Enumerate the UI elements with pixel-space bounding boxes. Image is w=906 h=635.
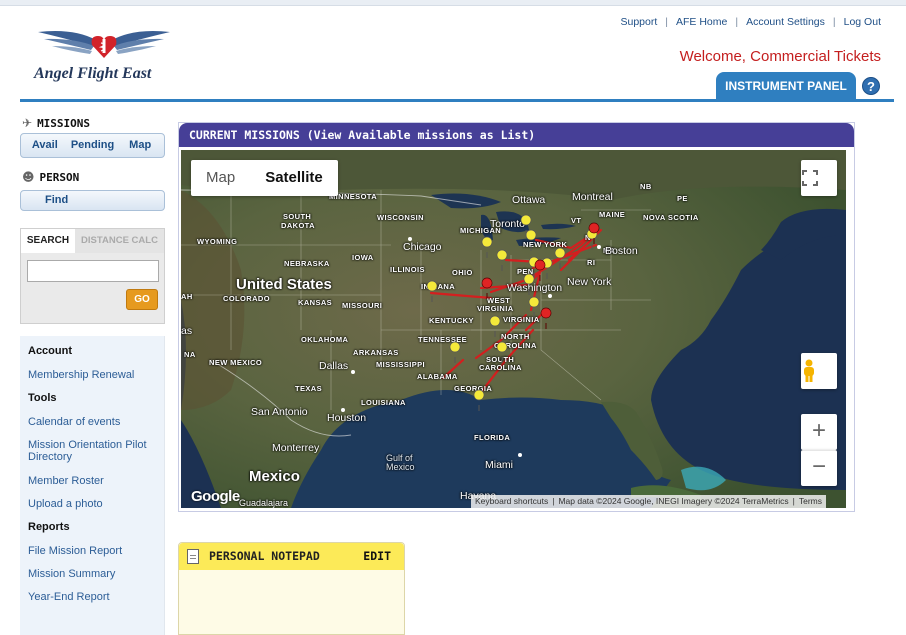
logo-text: Angel Flight East: [34, 65, 152, 82]
angel-flight-logo[interactable]: Angel Flight East: [34, 26, 174, 90]
notepad-icon: [187, 549, 199, 564]
person-icon: ☻: [22, 170, 35, 184]
header-divider: [20, 99, 894, 102]
page-header: Angel Flight East Support | AFE Home | A…: [0, 0, 906, 102]
tab-avail[interactable]: Avail: [21, 134, 69, 157]
welcome-message: Welcome, Commercial Tickets: [679, 48, 881, 65]
account-heading: Account: [28, 345, 72, 357]
link-separator: |: [735, 16, 739, 28]
zoom-in-icon[interactable]: +: [801, 414, 837, 450]
missions-heading-label: MISSIONS: [37, 116, 91, 130]
fullscreen-glyph: [802, 170, 818, 186]
current-missions-panel: CURRENT MISSIONS (View Available mission…: [178, 122, 855, 512]
keyboard-shortcuts-link[interactable]: Keyboard shortcuts: [475, 495, 548, 508]
attribution-separator: |: [792, 496, 795, 506]
afe-home-link[interactable]: AFE Home: [676, 16, 727, 28]
missions-heading: ✈ MISSIONS: [22, 116, 90, 130]
search-box: SEARCH DISTANCE CALC GO: [20, 228, 165, 324]
membership-renewal-link[interactable]: Membership Renewal: [28, 369, 163, 381]
side-nav: Account Membership Renewal Tools Calenda…: [20, 336, 165, 635]
account-settings-link[interactable]: Account Settings: [746, 16, 825, 28]
year-end-report-link[interactable]: Year-End Report: [28, 591, 163, 603]
missions-panel-title: CURRENT MISSIONS (View Available mission…: [179, 123, 854, 147]
tab-pending[interactable]: Pending: [69, 134, 117, 157]
missions-title-label: CURRENT MISSIONS: [189, 128, 300, 142]
tab-map[interactable]: Map: [116, 134, 164, 157]
search-tabs: SEARCH DISTANCE CALC: [21, 229, 164, 253]
link-separator: |: [832, 16, 836, 28]
tab-search[interactable]: SEARCH: [21, 229, 75, 253]
mission-markers: [426, 214, 600, 411]
notepad-header: PERSONAL NOTEPAD EDIT: [179, 543, 404, 570]
fullscreen-icon[interactable]: [801, 160, 837, 196]
instrument-panel-tab[interactable]: INSTRUMENT PANEL: [716, 72, 856, 100]
search-input[interactable]: [27, 260, 159, 282]
terms-link[interactable]: Terms: [799, 495, 822, 508]
map-attribution: Keyboard shortcuts | Map data ©2024 Goog…: [471, 495, 826, 508]
link-separator: |: [665, 16, 668, 28]
google-logo: Google: [191, 488, 240, 505]
wings-icon: ✈: [22, 116, 33, 130]
attribution-separator: |: [552, 496, 555, 506]
tab-distance-calc[interactable]: DISTANCE CALC: [75, 229, 164, 253]
person-heading-label: PERSON: [39, 170, 80, 184]
file-mission-report-link[interactable]: File Mission Report: [28, 545, 163, 557]
view-as-list-link[interactable]: (View Available missions as List): [307, 128, 535, 142]
sidebar: ✈ MISSIONS Avail Pending Map ☻ PERSON Fi…: [20, 108, 165, 635]
notepad-title: PERSONAL NOTEPAD: [209, 549, 320, 563]
zoom-out-icon[interactable]: −: [801, 450, 837, 486]
calendar-link[interactable]: Calendar of events: [28, 416, 163, 428]
tools-heading: Tools: [28, 392, 57, 404]
upload-photo-link[interactable]: Upload a photo: [28, 498, 163, 510]
person-heading: ☻ PERSON: [22, 170, 79, 184]
top-links: Support | AFE Home | Account Settings | …: [620, 16, 881, 28]
support-link[interactable]: Support: [620, 16, 657, 28]
find-button[interactable]: Find: [20, 190, 165, 211]
map-type-satellite-button[interactable]: Satellite: [250, 160, 338, 196]
help-icon[interactable]: ?: [862, 77, 880, 95]
member-roster-link[interactable]: Member Roster: [28, 475, 163, 487]
orientation-directory-link[interactable]: Mission Orientation Pilot Directory: [28, 439, 163, 463]
map-type-toggle: Map Satellite: [191, 160, 338, 196]
mission-tabs: Avail Pending Map: [20, 133, 165, 158]
log-out-link[interactable]: Log Out: [844, 16, 881, 28]
map-type-map-button[interactable]: Map: [191, 160, 250, 196]
reports-heading: Reports: [28, 521, 70, 533]
personal-notepad: PERSONAL NOTEPAD EDIT: [178, 542, 405, 635]
street-view-pegman-icon[interactable]: [801, 353, 837, 389]
missions-map[interactable]: MINNESOTA SOUTH DAKOTA WISCONSIN MICHIGA…: [181, 150, 846, 508]
notepad-edit-button[interactable]: EDIT: [363, 543, 391, 570]
mission-marker-red[interactable]: [481, 222, 600, 329]
pegman-glyph: [804, 359, 814, 382]
go-button[interactable]: GO: [126, 289, 158, 310]
wings-icon: [38, 31, 170, 58]
map-data-credit: Map data ©2024 Google, INEGI Imagery ©20…: [558, 496, 789, 506]
mission-summary-link[interactable]: Mission Summary: [28, 568, 163, 580]
top-rule: [0, 0, 906, 6]
mission-marker-yellow[interactable]: [426, 214, 598, 411]
